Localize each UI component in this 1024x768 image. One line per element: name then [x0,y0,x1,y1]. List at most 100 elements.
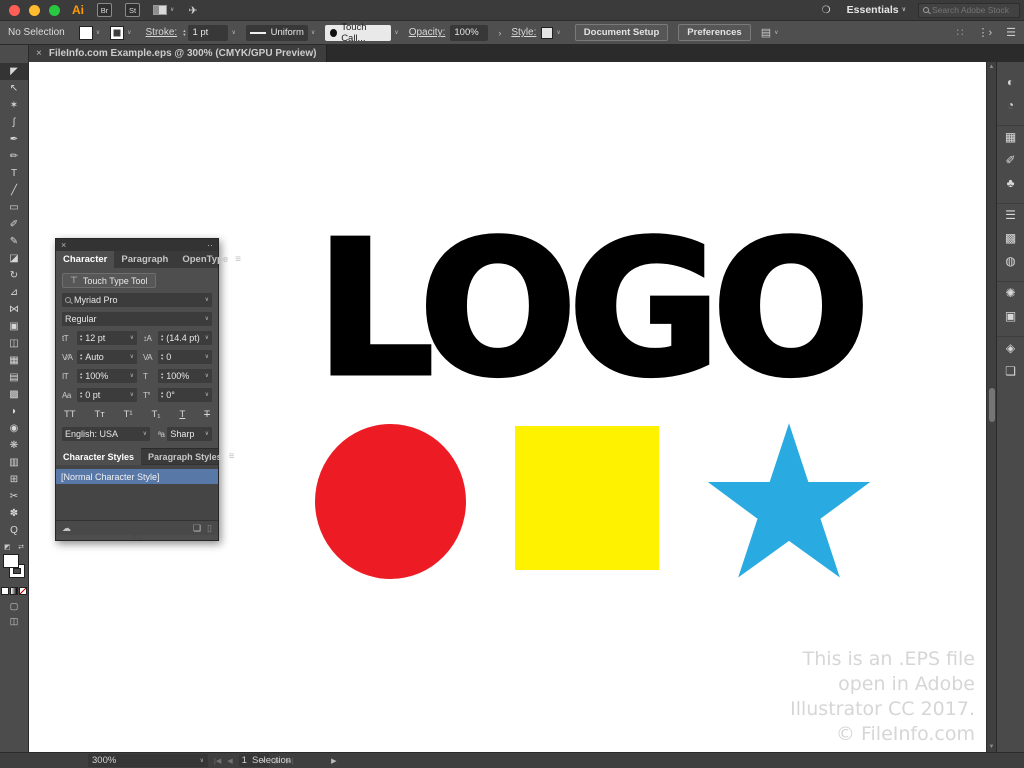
tool-paintbrush[interactable]: ✐ [0,216,28,233]
new-style-icon[interactable]: ❏ [193,523,201,534]
stepper-icon[interactable]: ▴▾ [183,29,185,37]
tool-slice[interactable]: ✂ [0,488,28,505]
workspace-switcher[interactable]: Essentials ∨ [847,4,906,16]
tool-rectangle[interactable]: ▭ [0,199,28,216]
none-mode-icon[interactable] [19,587,27,595]
opacity-label[interactable]: Opacity: [409,27,446,38]
swap-fill-stroke-icon[interactable]: ⇄ [18,543,24,553]
tool-scale[interactable]: ⊿ [0,284,28,301]
previous-artboard-button[interactable]: ◀ [227,757,232,765]
tool-lasso[interactable]: ʃ [0,114,28,131]
tool-curvature[interactable]: ✏ [0,148,28,165]
language-dropdown[interactable]: English: USA ∨ [62,427,150,441]
stroke-color-control[interactable]: ∨ [110,26,131,40]
tool-shaper[interactable]: ✎ [0,233,28,250]
style-swatch[interactable] [541,27,553,39]
panel-resize-grip[interactable]: :::: [56,535,218,540]
close-tab-icon[interactable]: × [36,48,42,59]
minimize-window-button[interactable] [29,5,40,16]
type-style-strikethrough[interactable]: T [204,409,210,420]
zoom-window-button[interactable] [49,5,60,16]
close-panel-icon[interactable]: × [61,240,66,250]
preferences-button[interactable]: Preferences [678,24,750,41]
color-mode-icon[interactable] [1,587,9,595]
type-style-superscript[interactable]: T¹ [124,409,133,420]
vertical-scale-control[interactable]: IT ▴▾100%∨ [62,369,137,383]
gradient-mode-icon[interactable] [10,587,18,595]
horizontal-scale-control[interactable]: T ▴▾100%∨ [137,369,212,383]
dock-icon-gradient[interactable]: ▩ [997,226,1024,249]
type-style-subscript[interactable]: T₁ [152,409,161,420]
tool-free-transform[interactable]: ▣ [0,318,28,335]
tab-paragraph[interactable]: Paragraph [114,251,175,268]
tool-column-graph[interactable]: ▥ [0,454,28,471]
logo-artwork-text[interactable]: LOGO [316,217,862,402]
leading-control[interactable]: ↕A ▴▾(14.4 pt)∨ [137,331,212,345]
tool-blend[interactable]: ◉ [0,420,28,437]
character-panel-titlebar[interactable]: × ·· [56,239,218,251]
drawing-modes-icon[interactable]: ▢ [0,599,28,614]
tool-eraser[interactable]: ◪ [0,250,28,267]
tool-hand[interactable]: ✽ [0,505,28,522]
panel-menu-icon[interactable]: ≡ [229,451,235,462]
dock-icon-graphic-styles[interactable]: ▣ [997,304,1024,327]
style-label[interactable]: Style: [511,27,536,38]
style-swatch-control[interactable]: ∨ [541,27,560,39]
first-artboard-button[interactable]: |◀ [214,757,221,765]
document-tab[interactable]: × FileInfo.com Example.eps @ 300% (CMYK/… [29,45,327,62]
arrange-documents-icon[interactable]: ⋮› [977,26,992,39]
tool-perspective-grid[interactable]: ▦ [0,352,28,369]
brush-definition-dropdown[interactable]: Touch Call... ∨ [325,25,398,41]
close-window-button[interactable] [9,5,20,16]
watermark-text[interactable]: This is an .EPS fileopen in AdobeIllustr… [790,647,975,747]
dock-icon-artboards[interactable]: ❏ [997,359,1024,382]
red-circle-shape[interactable] [315,424,466,579]
tab-opentype[interactable]: OpenType [175,251,235,268]
tool-eyedropper[interactable]: ◗ [0,403,28,420]
font-size-control[interactable]: tT ▴▾12 pt∨ [62,331,137,345]
tab-character-styles[interactable]: Character Styles [56,448,141,465]
scrollbar-thumb[interactable] [989,388,995,422]
tool-pen[interactable]: ✒ [0,131,28,148]
rocket-icon[interactable]: ✈ [188,4,197,17]
yellow-square-shape[interactable] [515,426,659,570]
more-options-arrow[interactable]: › [498,28,501,38]
dock-icon-appearance[interactable]: ✺ [997,281,1024,304]
symbol-options-control[interactable]: ▤ ∨ [761,26,779,39]
status-display[interactable]: Selection ▶ [252,755,336,766]
search-input[interactable] [932,5,1015,15]
tool-artboard[interactable]: ⊞ [0,471,28,488]
document-setup-button[interactable]: Document Setup [575,24,668,41]
opacity-field[interactable]: 100% [450,25,488,41]
width-profile-dropdown[interactable]: Uniform ∨ [246,25,315,41]
font-family-dropdown[interactable]: Myriad Pro ∨ [62,293,212,307]
panel-menu-icon[interactable]: ≡ [235,254,241,265]
kerning-control[interactable]: V⁄A ▴▾Auto∨ [62,350,137,364]
fill-color-control[interactable]: ∨ [79,26,100,40]
zoom-level-dropdown[interactable]: 300% ∨ [88,754,208,767]
dock-icon-stroke[interactable]: ☰ [997,203,1024,226]
blue-star-shape[interactable] [707,420,871,580]
scroll-down-icon[interactable]: ▼ [987,744,996,750]
touch-type-tool-button[interactable]: ⊤ Touch Type Tool [62,273,156,288]
scroll-up-icon[interactable]: ▲ [987,64,996,70]
stroke-swatch[interactable] [110,26,124,40]
type-style-underline[interactable]: T [179,409,185,420]
dock-icon-color-guide[interactable]: ◔ [997,93,1024,116]
tool-gradient[interactable]: ▩ [0,386,28,403]
stroke-width-field[interactable]: 1 pt [188,25,228,41]
cc-library-icon[interactable]: ☁ [62,523,71,534]
stock-button[interactable]: St [125,3,140,17]
default-fill-stroke-icon[interactable]: ◩ [4,543,11,553]
tracking-control[interactable]: VA ▴▾0∨ [137,350,212,364]
type-style-small-caps[interactable]: Tт [95,409,105,420]
dock-icon-brushes[interactable]: ✐ [997,148,1024,171]
status-flyout-icon[interactable]: ▶ [331,757,336,765]
fill-swatch[interactable] [79,26,93,40]
stock-search-field[interactable] [918,3,1020,18]
layout-switcher[interactable]: ∨ [153,5,174,15]
vertical-scrollbar[interactable]: ▲ ▼ [986,62,996,752]
dock-icon-swatches[interactable]: ▦ [997,125,1024,148]
collapse-panel-icon[interactable]: ·· [207,240,213,250]
dock-icon-symbols[interactable]: ♣ [997,171,1024,194]
